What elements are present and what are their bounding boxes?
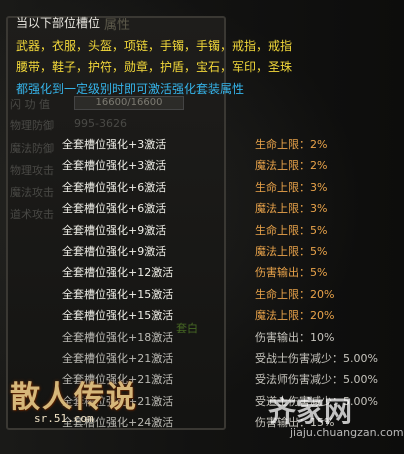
tooltip-slots-line-2: 腰带，鞋子，护符，勋章，护盾，宝石，军印，圣珠 <box>16 60 293 74</box>
bonus-value: 生命上限：2% <box>255 138 328 151</box>
bonus-condition: 全套槽位强化+3激活 <box>62 159 167 172</box>
bonus-value: 受战士伤害减少：5.00% <box>255 352 378 365</box>
bonus-value: 魔法上限：5% <box>255 245 328 258</box>
bonus-value: 生命上限：3% <box>255 181 328 194</box>
bonus-value: 生命上限：20% <box>255 288 335 301</box>
bonus-value: 魔法上限：2% <box>255 159 328 172</box>
watermark-brand: 齐家网 <box>268 395 353 428</box>
bonus-condition: 全套槽位强化+12激活 <box>62 266 174 279</box>
bonus-value: 魔法上限：20% <box>255 309 335 322</box>
logo-site: sr.51.com <box>34 412 94 425</box>
bonus-value: 生命上限：5% <box>255 224 328 237</box>
bonus-condition: 全套槽位强化+21激活 <box>62 352 174 365</box>
bonus-value: 魔法上限：3% <box>255 202 328 215</box>
game-logo: 散人传说 sr.51.com <box>10 372 160 442</box>
bonus-condition: 全套槽位强化+15激活 <box>62 309 174 322</box>
bonus-condition: 全套槽位强化+6激活 <box>62 181 167 194</box>
logo-title: 散人传说 <box>10 380 138 415</box>
bonus-condition: 全套槽位强化+9激活 <box>62 224 167 237</box>
watermark-url: jiaju.chuangzan.com <box>290 426 404 439</box>
bonus-condition: 全套槽位强化+18激活 <box>62 331 174 344</box>
bonus-condition: 全套槽位强化+15激活 <box>62 288 174 301</box>
bonus-value: 伤害输出：5% <box>255 266 328 279</box>
bonus-value: 伤害输出：10% <box>255 331 335 344</box>
tooltip-intro: 当以下部位槽位 <box>16 16 101 30</box>
bonus-condition: 全套槽位强化+3激活 <box>62 138 167 151</box>
tooltip-slots-line-1: 武器，衣服，头盔，项链，手镯，手镯，戒指，戒指 <box>16 39 293 53</box>
bonus-condition: 全套槽位强化+6激活 <box>62 202 167 215</box>
bonus-condition: 全套槽位强化+9激活 <box>62 245 167 258</box>
watermark: 齐家网 jiaju.chuangzan.com <box>268 390 404 448</box>
tooltip-activation-note: 都强化到一定级别时即可激活强化套装属性 <box>16 82 245 96</box>
bonus-value: 受法师伤害减少：5.00% <box>255 373 378 386</box>
